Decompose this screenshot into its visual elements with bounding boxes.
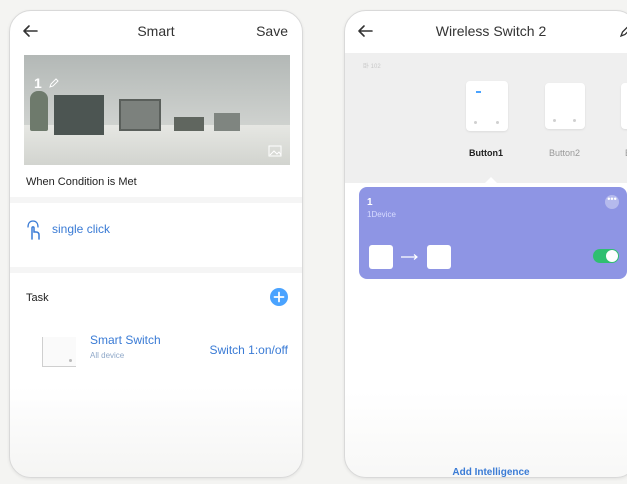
task-section-title: Task [26, 292, 49, 304]
automation-device-count: 1Device [367, 210, 396, 219]
automation-toggle[interactable] [593, 249, 619, 263]
automation-card[interactable]: 1 1Device ••• [359, 187, 627, 279]
more-options-button[interactable]: ••• [605, 195, 619, 209]
button2-card[interactable] [545, 83, 585, 129]
tab-button1[interactable]: Button1 [469, 148, 503, 158]
toggle-knob [606, 250, 618, 262]
trigger-row[interactable]: single click [24, 217, 274, 245]
header: Smart Save [10, 11, 302, 53]
image-icon[interactable] [268, 145, 282, 157]
page-title: Wireless Switch 2 [435, 23, 547, 39]
pencil-icon[interactable] [48, 77, 60, 89]
add-intelligence-button[interactable]: Add Intelligence [345, 467, 627, 477]
button3-card[interactable] [621, 83, 627, 129]
task-device-name[interactable]: Smart Switch [90, 333, 161, 347]
target-device-icon [427, 245, 451, 269]
header: Wireless Switch 2 [345, 11, 627, 53]
wireless-switch-screen: Wireless Switch 2 卧 102 Button1 Button2 … [344, 10, 627, 478]
link-arrow-icon [401, 254, 418, 260]
button1-card[interactable] [466, 81, 508, 131]
divider [10, 267, 302, 273]
task-device-subtitle: All device [90, 351, 125, 360]
divider [10, 197, 302, 203]
tap-hand-icon [27, 220, 40, 240]
automation-number: 1 [367, 197, 373, 208]
smart-scene-screen: Smart Save 1 When Condition is Met singl… [9, 10, 303, 478]
add-task-icon[interactable] [270, 288, 288, 306]
indicator-led [476, 91, 481, 93]
scene-cover-image[interactable]: 1 [24, 55, 290, 165]
tab-button2[interactable]: Button2 [549, 148, 580, 158]
device-thumbnail [42, 337, 76, 367]
selected-tab-indicator [485, 177, 497, 183]
scene-name: 1 [34, 75, 42, 91]
trigger-label: single click [52, 222, 111, 236]
save-button[interactable]: Save [256, 23, 288, 39]
trigger-device-icon [369, 245, 393, 269]
pencil-icon[interactable] [619, 22, 627, 38]
condition-section-title: When Condition is Met [26, 176, 137, 188]
task-action[interactable]: Switch 1:on/off [210, 343, 289, 357]
room-label: 卧 102 [363, 64, 381, 70]
